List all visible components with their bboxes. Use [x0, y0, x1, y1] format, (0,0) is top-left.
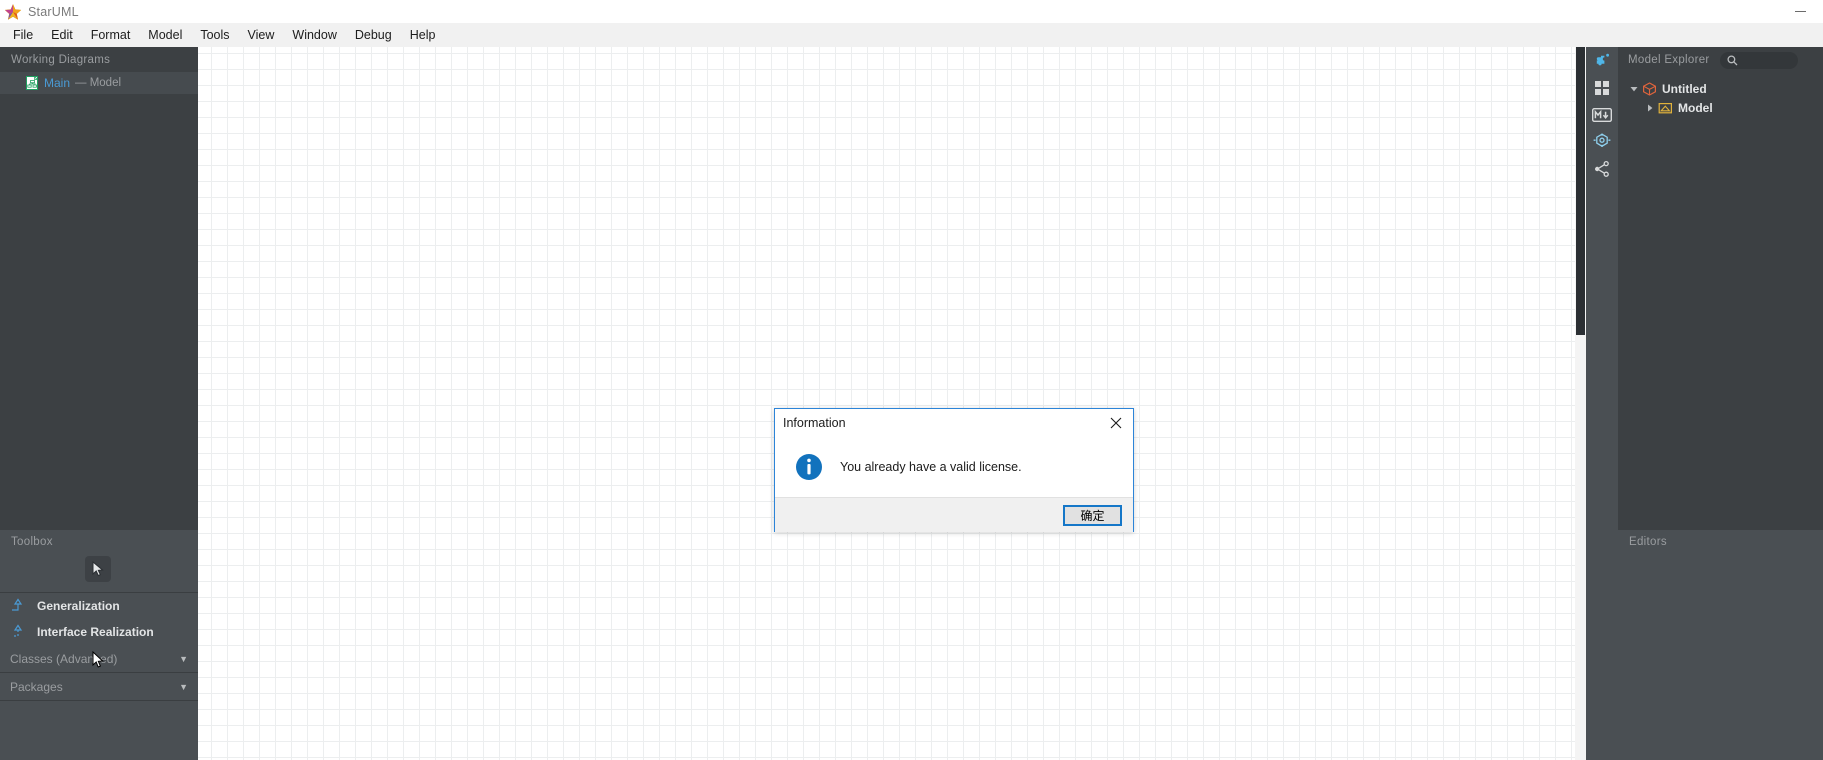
menu-bar: File Edit Format Model Tools View Window…: [0, 23, 1823, 47]
search-icon: [1726, 54, 1738, 66]
menu-view[interactable]: View: [239, 25, 284, 45]
editors-header: Editors: [1618, 530, 1823, 554]
toolbox-header: Toolbox: [0, 530, 198, 554]
window-controls: [1778, 0, 1823, 23]
markdown-icon[interactable]: [1586, 101, 1618, 128]
grid-squares-icon[interactable]: [1586, 74, 1618, 101]
right-sidebar: Model Explorer Untitled Model Editors: [1618, 47, 1823, 760]
dialog-body: You already have a valid license.: [775, 437, 1133, 497]
menu-debug[interactable]: Debug: [346, 25, 401, 45]
canvas-vertical-scrollbar[interactable]: [1575, 47, 1586, 760]
mouse-cursor: [92, 650, 105, 674]
minimize-button[interactable]: [1778, 0, 1823, 23]
tool-interface-realization-label: Interface Realization: [37, 625, 154, 639]
model-explorer-search-input[interactable]: [1719, 51, 1798, 69]
chevron-down-icon: ▼: [179, 653, 188, 664]
toolbox-group-packages-label: Packages: [10, 679, 63, 694]
star-icon: [4, 3, 22, 21]
toolbox-divider-bottom: [0, 700, 198, 701]
extension-puzzle-icon[interactable]: [1586, 47, 1618, 74]
working-diagrams-header: Working Diagrams: [0, 47, 198, 72]
left-sidebar: Working Diagrams Main — Model Toolbox Ge…: [0, 47, 198, 760]
working-diagrams-title: Working Diagrams: [11, 53, 111, 66]
editors-title: Editors: [1629, 536, 1667, 548]
tool-generalization[interactable]: Generalization: [0, 593, 198, 619]
toolbox-title: Toolbox: [11, 536, 53, 548]
share-network-icon[interactable]: [1586, 155, 1618, 182]
menu-model[interactable]: Model: [139, 25, 191, 45]
tool-generalization-label: Generalization: [37, 599, 120, 613]
working-diagram-subtitle: — Model: [75, 77, 122, 89]
info-icon: [795, 453, 823, 481]
canvas-grid: [198, 47, 1586, 760]
toolbox-relations-section: Generalization Interface Realization Cla…: [0, 593, 198, 701]
interface-realization-icon: [10, 624, 30, 640]
editors-panel: Editors: [1618, 530, 1823, 760]
model-explorer-title: Model Explorer: [1628, 54, 1710, 66]
dialog-message: You already have a valid license.: [840, 460, 1022, 474]
close-icon[interactable]: [1099, 409, 1133, 437]
tree-node-model-label: Model: [1678, 100, 1713, 115]
model-folder-icon: [1658, 101, 1673, 115]
tree-node-untitled[interactable]: Untitled: [1618, 79, 1823, 98]
dialog-title-text: Information: [783, 416, 846, 430]
tool-interface-realization[interactable]: Interface Realization: [0, 619, 198, 645]
tree-expand-arrow-untitled[interactable]: [1626, 85, 1642, 93]
tree-expand-arrow-model[interactable]: [1642, 104, 1658, 112]
crosshair-target-icon[interactable]: [1586, 128, 1618, 155]
scrollbar-thumb[interactable]: [1576, 47, 1585, 335]
toolbox-tool-strip: [0, 554, 198, 592]
working-diagrams-list: Main — Model: [0, 72, 198, 94]
title-bar: StarUML: [0, 0, 1823, 23]
dialog-footer: 确定: [775, 497, 1133, 532]
menu-file[interactable]: File: [4, 25, 42, 45]
select-pointer-tool[interactable]: [85, 556, 111, 582]
working-diagram-name: Main: [44, 76, 71, 90]
right-icon-rail: [1586, 47, 1618, 760]
app-title: StarUML: [28, 4, 79, 19]
dialog-title-bar: Information: [775, 409, 1133, 437]
menu-edit[interactable]: Edit: [42, 25, 82, 45]
project-cube-icon: [1642, 81, 1657, 96]
working-diagram-item-main[interactable]: Main — Model: [0, 72, 198, 94]
class-diagram-icon: [26, 75, 39, 90]
tree-node-untitled-label: Untitled: [1662, 81, 1707, 96]
toolbox-panel: Toolbox Generalization Interface Realiza…: [0, 530, 198, 760]
menu-window[interactable]: Window: [283, 25, 345, 45]
chevron-down-icon-2: ▼: [179, 681, 188, 692]
model-explorer-tree: Untitled Model: [1618, 73, 1823, 117]
menu-help[interactable]: Help: [401, 25, 445, 45]
diagram-canvas[interactable]: [198, 47, 1586, 760]
model-explorer-header: Model Explorer: [1618, 47, 1823, 73]
toolbox-group-packages[interactable]: Packages ▼: [0, 673, 198, 700]
menu-format[interactable]: Format: [82, 25, 140, 45]
menu-tools[interactable]: Tools: [191, 25, 238, 45]
staruml-window: StarUML File Edit Format Model Tools Vie…: [0, 0, 1823, 760]
ok-button[interactable]: 确定: [1063, 504, 1122, 526]
generalization-icon: [10, 598, 30, 614]
information-dialog: Information You already have a valid lic…: [774, 408, 1134, 532]
tree-node-model[interactable]: Model: [1618, 98, 1823, 117]
